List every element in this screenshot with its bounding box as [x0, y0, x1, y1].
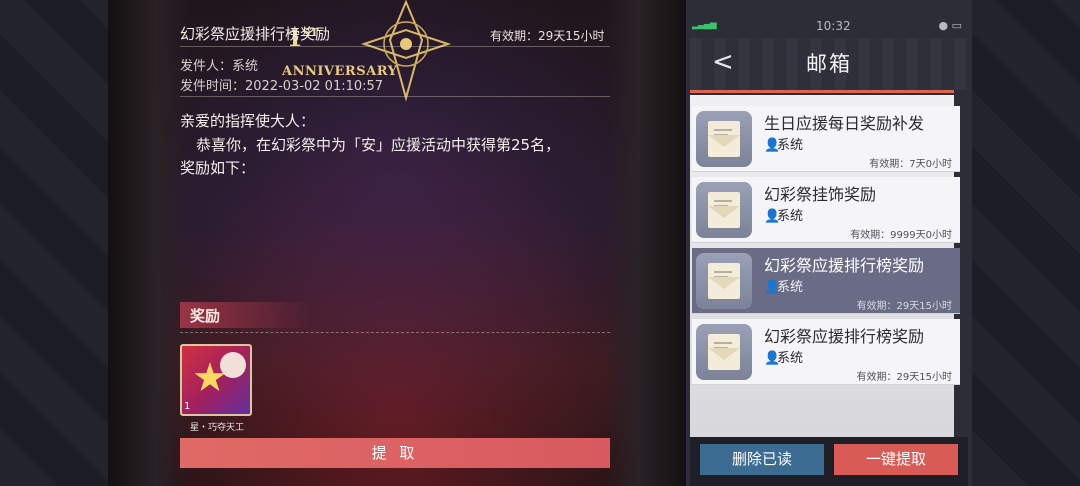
mail-body-line: 恭喜你，在幻彩祭中为「安」应援活动中获得第25名， [196, 136, 561, 154]
person-icon: 👤 [764, 351, 781, 366]
mail-greeting: 亲爱的指挥使大人： [180, 112, 316, 130]
envelope-icon [696, 324, 752, 380]
envelope-icon [696, 253, 752, 309]
item-character-icon [220, 352, 246, 378]
reward-label: 奖励 [190, 307, 221, 325]
mail-item-sender: 👤系统 [764, 351, 804, 366]
reward-item-name: 星・巧夺天工 [189, 423, 244, 433]
battery-icon: ● ▭ [938, 19, 963, 32]
divider [180, 96, 610, 97]
mail-item-validity: 有效期：7天0小时 [869, 159, 952, 170]
claim-all-button[interactable]: 一键提取 [834, 444, 958, 475]
signal-icon: ▂▃▄▅ [692, 20, 717, 30]
curtain-right [606, 0, 686, 486]
mail-list-item[interactable]: 生日应援每日奖励补发 👤系统 有效期：7天0小时 [692, 106, 960, 172]
mail-detail-title: 幻彩祭应援排行榜奖励 [180, 25, 331, 43]
mail-item-validity: 有效期：29天15小时 [856, 301, 952, 312]
mail-item-title: 幻彩祭应援排行榜奖励 [764, 256, 925, 275]
mailbox-footer: 删除已读 一键提取 [690, 437, 968, 486]
mail-item-sender: 👤系统 [764, 280, 804, 295]
mailbox-header: 邮箱 < [690, 38, 968, 90]
mail-list-item-selected[interactable]: 幻彩祭应援排行榜奖励 👤系统 有效期：29天15小时 [692, 248, 960, 314]
envelope-icon [696, 182, 752, 238]
mail-item-sender: 👤系统 [764, 138, 804, 153]
person-icon: 👤 [764, 138, 781, 153]
curtain-left [108, 0, 188, 486]
claim-button[interactable]: 提 取 [180, 438, 610, 468]
mail-list-item[interactable]: 幻彩祭应援排行榜奖励 👤系统 有效期：29天15小时 [692, 319, 960, 385]
reward-item-count: 1 [184, 401, 191, 412]
reward-divider [180, 332, 610, 333]
mail-detail-sender: 发件人：系统 [180, 59, 259, 74]
mail-item-title: 幻彩祭挂饰奖励 [764, 185, 877, 204]
right-side-panel [972, 0, 1080, 486]
reward-item-slot[interactable]: ★ 1 [180, 344, 252, 416]
mail-item-validity: 有效期：9999天0小时 [850, 230, 952, 241]
person-icon: 👤 [764, 209, 781, 224]
person-icon: 👤 [764, 280, 781, 295]
mail-item-validity: 有效期：29天15小时 [856, 372, 952, 383]
mail-detail-validity: 有效期：29天15小时 [490, 29, 605, 43]
phone-status-bar: ▂▃▄▅ 10:32 ● ▭ [686, 16, 972, 36]
mail-item-title: 生日应援每日奖励补发 [764, 114, 925, 133]
envelope-icon [696, 111, 752, 167]
left-side-panel [0, 0, 108, 486]
mail-body-line: 奖励如下： [180, 159, 256, 177]
phone-clock: 10:32 [816, 19, 851, 33]
back-chevron-icon[interactable]: < [712, 47, 734, 77]
phone-mailbox: ▂▃▄▅ 10:32 ● ▭ 邮箱 < 生日应援每日奖励补发 👤系统 有效期：7… [686, 0, 972, 486]
mail-list-item[interactable]: 幻彩祭挂饰奖励 👤系统 有效期：9999天0小时 [692, 177, 960, 243]
mail-item-sender: 👤系统 [764, 209, 804, 224]
delete-read-button[interactable]: 删除已读 [700, 444, 824, 475]
divider [180, 46, 610, 47]
mail-detail-sent-time: 发件时间：2022-03-02 01:10:57 [180, 79, 384, 94]
mail-item-title: 幻彩祭应援排行榜奖励 [764, 327, 925, 346]
header-accent-line [690, 90, 954, 93]
